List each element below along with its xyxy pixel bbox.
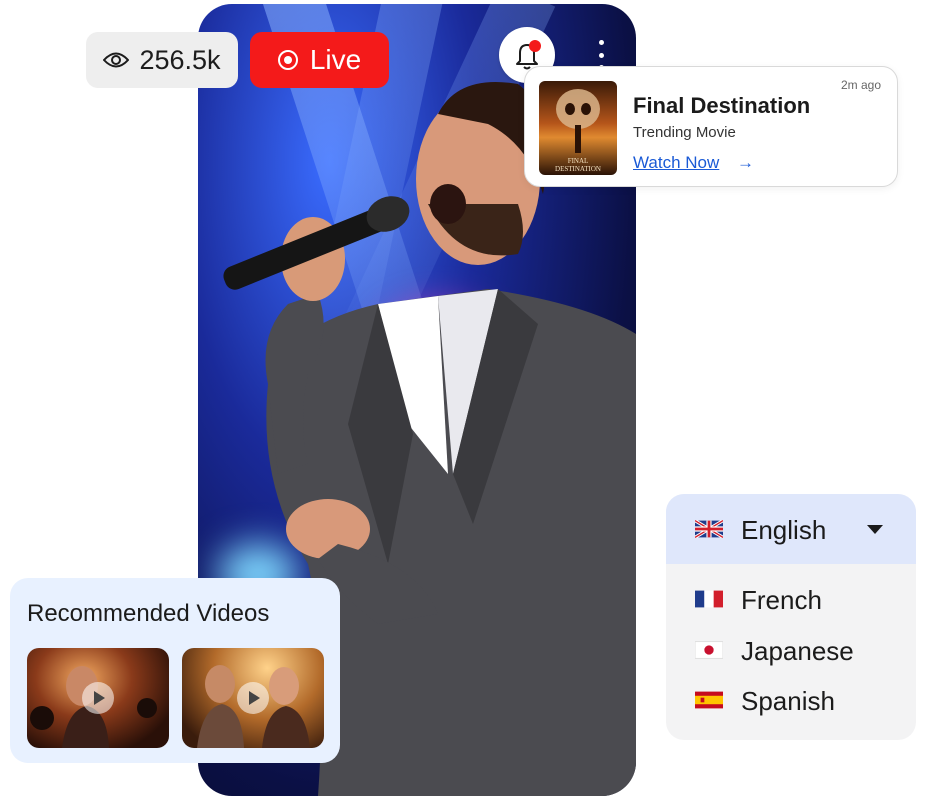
france-flag-icon	[695, 590, 723, 608]
play-icon	[237, 682, 269, 714]
japan-flag-icon	[695, 641, 723, 659]
language-option-japanese[interactable]: Japanese	[666, 625, 916, 675]
viewer-count: 256.5k	[139, 44, 221, 75]
language-dropdown[interactable]: English	[666, 494, 916, 564]
skull-poster-art: FINAL DESTINATION	[555, 89, 601, 173]
eye-icon	[103, 52, 130, 68]
poster-subtitle: DESTINATION	[555, 165, 601, 173]
notification-title: Final Destination	[633, 93, 811, 118]
language-option-label: Spanish	[741, 686, 835, 716]
notification-time: 2m ago	[840, 78, 881, 92]
language-option-label: French	[741, 585, 822, 615]
language-option-french[interactable]: French	[666, 574, 916, 624]
language-option-spanish[interactable]: Spanish	[666, 675, 916, 725]
language-selector: English French Japanese Spanish	[666, 494, 916, 740]
uk-flag-icon	[695, 520, 723, 538]
live-label: Live	[309, 44, 362, 75]
spain-flag-icon	[695, 691, 723, 709]
language-option-label: Japanese	[741, 636, 854, 666]
video-thumbnail[interactable]	[182, 648, 324, 748]
dot-icon	[598, 40, 604, 45]
recommended-videos-panel: Recommended Videos	[10, 578, 340, 763]
selected-language: English	[741, 515, 827, 545]
arrow-right-icon: →	[737, 153, 754, 172]
notification-subtitle: Trending Movie	[633, 124, 736, 141]
record-icon	[277, 50, 298, 70]
notification-card[interactable]: FINAL DESTINATION 2m ago Final Destinati…	[524, 66, 898, 187]
watch-now-link[interactable]: Watch Now	[633, 153, 719, 173]
live-badge: Live	[250, 32, 389, 88]
movie-poster: FINAL DESTINATION	[539, 81, 617, 175]
video-thumbnail[interactable]	[27, 648, 169, 748]
dot-icon	[598, 52, 604, 58]
play-icon	[82, 682, 114, 714]
poster-title: FINAL	[568, 157, 589, 165]
recommended-videos-title: Recommended Videos	[27, 600, 270, 627]
caret-down-icon	[867, 525, 883, 534]
viewer-count-badge: 256.5k	[86, 32, 238, 88]
